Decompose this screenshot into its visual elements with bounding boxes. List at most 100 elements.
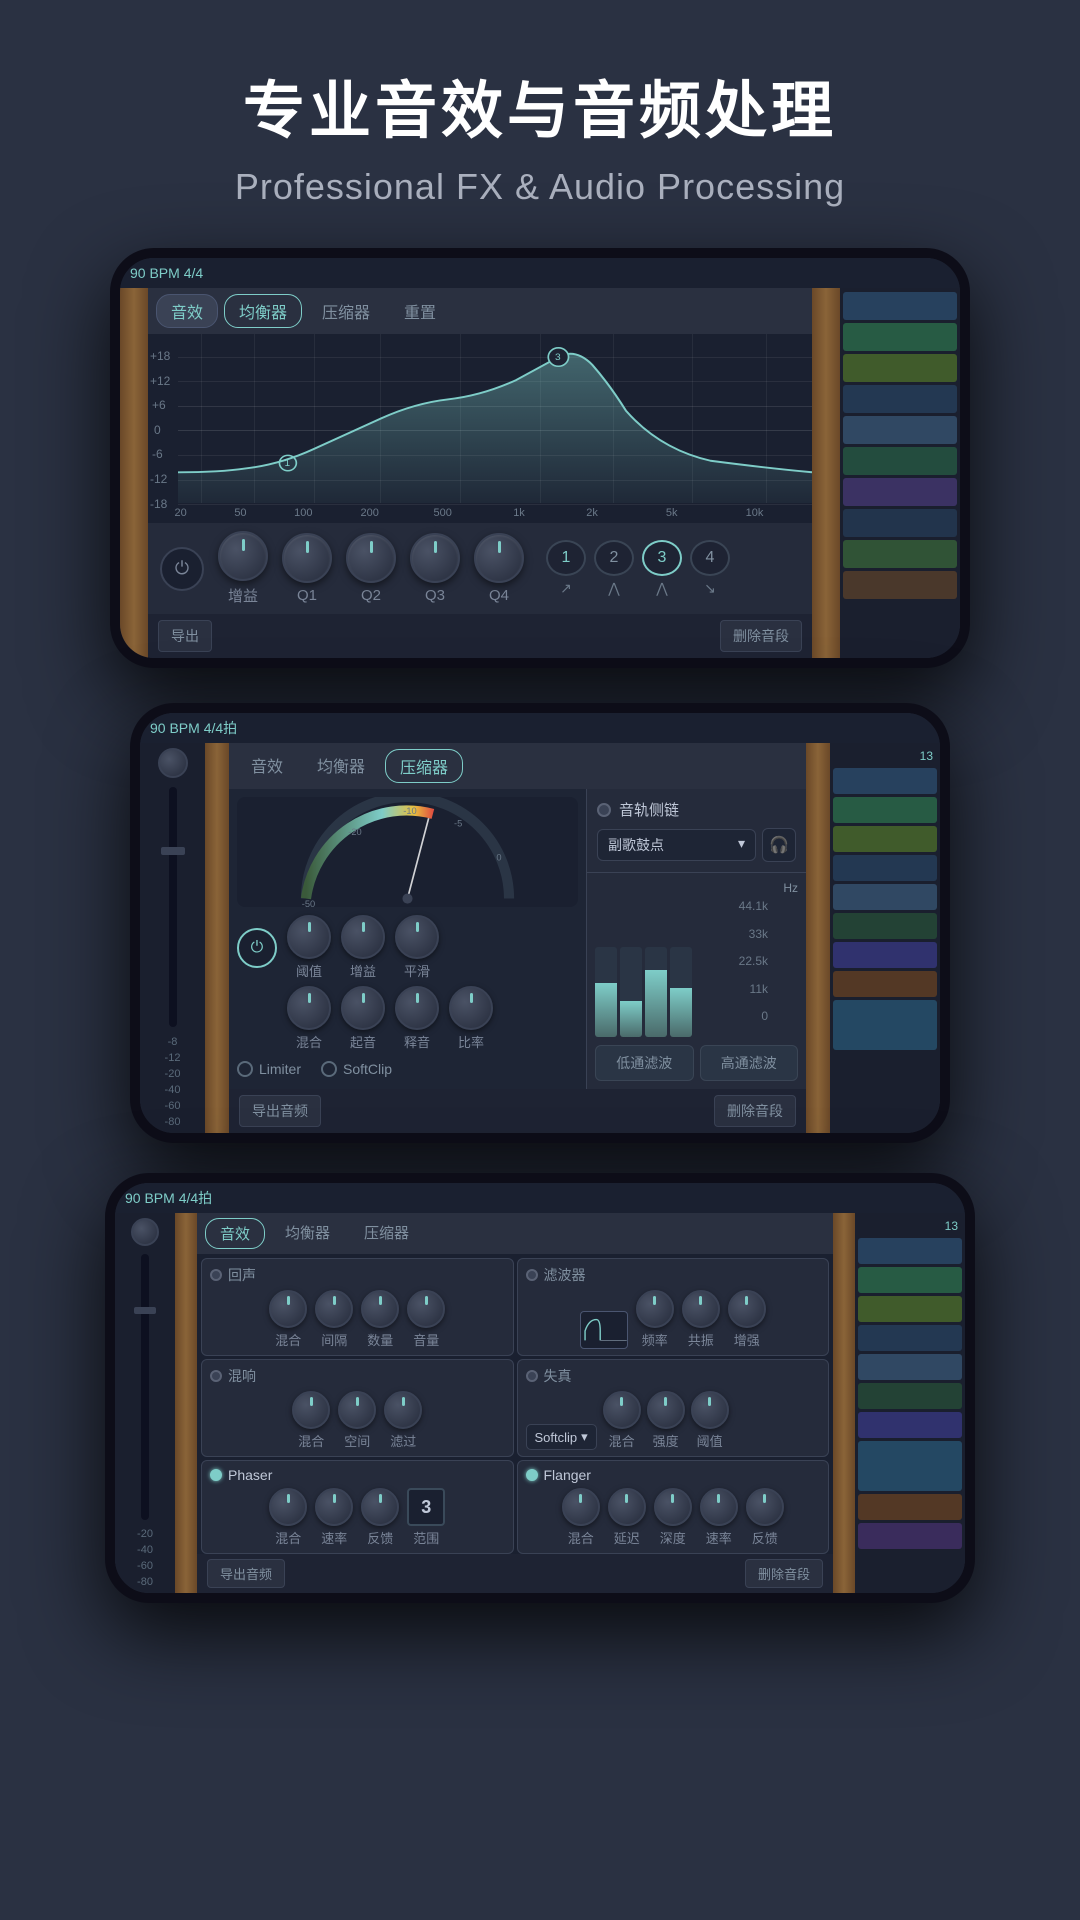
knob-ratio[interactable] xyxy=(449,986,493,1030)
knob-attack[interactable] xyxy=(341,986,385,1030)
knob-flanger-mix[interactable] xyxy=(562,1488,600,1526)
power-button[interactable]: ⏻ xyxy=(160,547,204,591)
knob-flanger-depth[interactable] xyxy=(654,1488,692,1526)
knob-chorus-space[interactable] xyxy=(338,1391,376,1429)
knob-flanger-rate-label: 速率 xyxy=(706,1528,732,1547)
knob-reverb-interval[interactable] xyxy=(315,1290,353,1328)
tab-comp-2[interactable]: 压缩器 xyxy=(385,749,463,783)
knob-phaser-feedback-label: 反馈 xyxy=(367,1528,393,1547)
knob-flanger-delay[interactable] xyxy=(608,1488,646,1526)
bpm-display-2: 90 BPM 4/4拍 xyxy=(150,718,237,738)
tab-effects-3[interactable]: 音效 xyxy=(205,1218,265,1249)
export-btn-1[interactable]: 导出 xyxy=(158,620,212,652)
mixer-panel-2: -8 -12 -20 -40 -60 -80 xyxy=(140,743,205,1133)
knob-reverb-mix-label: 混合 xyxy=(275,1330,301,1349)
knob-chorus-space-label: 空间 xyxy=(344,1431,370,1450)
knob-dist-intensity[interactable] xyxy=(647,1391,685,1429)
knob-reverb-vol[interactable] xyxy=(407,1290,445,1328)
svg-text:-20: -20 xyxy=(348,827,361,837)
knob-q2[interactable] xyxy=(346,533,396,583)
knob-flanger-depth-label: 深度 xyxy=(660,1528,686,1547)
bottom-bar-2: 导出音频 删除音段 xyxy=(229,1089,806,1133)
wood-panel-left-2 xyxy=(205,743,229,1133)
knob-phaser-mix[interactable] xyxy=(269,1488,307,1526)
knob-q4[interactable] xyxy=(474,533,524,583)
knob-gain-label: 增益 xyxy=(228,585,258,606)
knob-reverb-count-label: 数量 xyxy=(367,1330,393,1349)
knob-release[interactable] xyxy=(395,986,439,1030)
sidechain-dropdown[interactable]: 副歌鼓点 ▾ xyxy=(597,829,756,861)
knob-mix-comp[interactable] xyxy=(287,986,331,1030)
tab-effects-2[interactable]: 音效 xyxy=(237,749,297,783)
tab-comp-3[interactable]: 压缩器 xyxy=(350,1218,423,1249)
knob-q1-label: Q1 xyxy=(297,587,317,604)
sidechain-panel: 音轨侧链 副歌鼓点 ▾ 🎧 xyxy=(587,789,806,873)
knob-chorus-mix[interactable] xyxy=(292,1391,330,1429)
phone-mockup-2: 90 BPM 4/4拍 -8 -12 -20 -40 -60 -80 xyxy=(130,703,950,1143)
filter-shape-icon xyxy=(580,1311,628,1349)
tab-eq-3[interactable]: 均衡器 xyxy=(271,1218,344,1249)
tab-eq-1[interactable]: 均衡器 xyxy=(224,294,302,328)
tab-effects-1[interactable]: 音效 xyxy=(156,294,218,328)
knob-attack-label: 起音 xyxy=(350,1032,376,1051)
knob-q3-group: Q3 xyxy=(410,533,460,604)
knob-dist-threshold[interactable] xyxy=(691,1391,729,1429)
power-btn-comp[interactable]: ⏻ xyxy=(237,928,277,968)
tab-eq-2[interactable]: 均衡器 xyxy=(303,749,379,783)
knob-reverb-mix[interactable] xyxy=(269,1290,307,1328)
knob-q3[interactable] xyxy=(410,533,460,583)
lowpass-btn[interactable]: 低通滤波 xyxy=(595,1045,694,1081)
title-en: Professional FX & Audio Processing xyxy=(20,166,1060,208)
headphone-btn[interactable]: 🎧 xyxy=(762,828,796,862)
fx-distortion-panel: 失真 Softclip ▾ 混合 xyxy=(517,1359,830,1457)
tab-bar-2: 音效 均衡器 压缩器 xyxy=(229,743,806,789)
knob-filter-freq-label: 频率 xyxy=(642,1330,668,1349)
phone-mockup-3: 90 BPM 4/4拍 -20 -40 -60 -80 xyxy=(105,1173,975,1603)
knob-threshold[interactable] xyxy=(287,915,331,959)
wood-panel-left xyxy=(120,288,148,658)
band-btn-3[interactable]: 3 xyxy=(642,540,682,576)
knob-phaser-mix-label: 混合 xyxy=(275,1528,301,1547)
knob-chorus-filter[interactable] xyxy=(384,1391,422,1429)
knob-phaser-rate-label: 速率 xyxy=(321,1528,347,1547)
knob-phaser-rate[interactable] xyxy=(315,1488,353,1526)
knob-filter-res[interactable] xyxy=(682,1290,720,1328)
band-btn-1[interactable]: 1 xyxy=(546,540,586,576)
limiter-radio[interactable]: Limiter xyxy=(237,1061,301,1077)
softclip-radio[interactable]: SoftClip xyxy=(321,1061,392,1077)
knob-filter-gain[interactable] xyxy=(728,1290,766,1328)
delete-btn-2[interactable]: 删除音段 xyxy=(714,1095,796,1127)
knob-chorus-mix-label: 混合 xyxy=(298,1431,324,1450)
reverb-title: 回声 xyxy=(228,1265,256,1285)
freq-visualizer: Hz 44.1k 33k 22.5k 11k 0 xyxy=(587,873,806,1089)
knob-gain-comp[interactable] xyxy=(341,915,385,959)
export-btn-3[interactable]: 导出音频 xyxy=(207,1559,285,1588)
export-btn-2[interactable]: 导出音频 xyxy=(239,1095,321,1127)
knob-reverb-count[interactable] xyxy=(361,1290,399,1328)
band-btn-4[interactable]: 4 xyxy=(690,540,730,576)
status-bar: 90 BPM 4/4 xyxy=(120,258,960,288)
delete-btn-3[interactable]: 删除音段 xyxy=(745,1559,823,1588)
wood-panel-right-3 xyxy=(833,1213,855,1593)
tab-reset-1[interactable]: 重置 xyxy=(390,295,450,327)
knob-q1[interactable] xyxy=(282,533,332,583)
tab-comp-1[interactable]: 压缩器 xyxy=(308,295,384,327)
knob-q3-label: Q3 xyxy=(425,587,445,604)
vu-meter: -50 -20 -10 -5 0 xyxy=(237,797,578,907)
distortion-dropdown[interactable]: Softclip ▾ xyxy=(526,1424,597,1450)
knob-smooth[interactable] xyxy=(395,915,439,959)
knob-flanger-mix-label: 混合 xyxy=(568,1528,594,1547)
knob-filter-freq[interactable] xyxy=(636,1290,674,1328)
knob-gain[interactable] xyxy=(218,531,268,581)
knob-phaser-feedback[interactable] xyxy=(361,1488,399,1526)
delete-btn-1[interactable]: 删除音段 xyxy=(720,620,802,652)
highpass-btn[interactable]: 高通滤波 xyxy=(700,1045,799,1081)
svg-text:-5: -5 xyxy=(454,819,462,829)
sidechain-toggle[interactable] xyxy=(597,803,611,817)
knob-dist-mix[interactable] xyxy=(603,1391,641,1429)
band-btn-2[interactable]: 2 xyxy=(594,540,634,576)
flanger-title: Flanger xyxy=(544,1467,591,1483)
wood-panel-right-2 xyxy=(806,743,830,1133)
knob-flanger-feedback[interactable] xyxy=(746,1488,784,1526)
knob-flanger-rate[interactable] xyxy=(700,1488,738,1526)
